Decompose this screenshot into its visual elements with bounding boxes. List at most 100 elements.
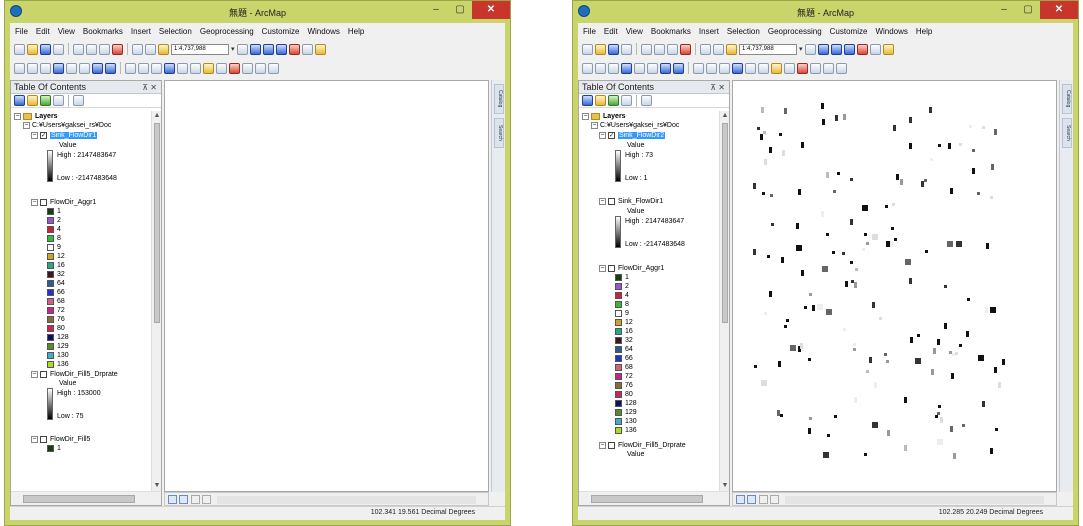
paste-icon[interactable] bbox=[99, 43, 110, 55]
menu-file[interactable]: File bbox=[15, 25, 28, 39]
search-window-icon[interactable] bbox=[275, 43, 287, 55]
copy-icon[interactable] bbox=[654, 43, 665, 55]
create-viewer-icon[interactable] bbox=[268, 62, 279, 74]
layout-view-button[interactable] bbox=[747, 495, 756, 504]
map-scale-input[interactable]: 1:4,737,988 bbox=[171, 43, 229, 55]
map-view[interactable] bbox=[164, 80, 489, 492]
close-button[interactable]: ✕ bbox=[1040, 1, 1078, 19]
menu-bookmarks[interactable]: Bookmarks bbox=[651, 25, 691, 39]
pin-close-icon[interactable]: ⊼ ✕ bbox=[142, 81, 157, 94]
title-bar[interactable]: 無題 - ArcMap – ▢ ✕ bbox=[5, 1, 510, 23]
layer-item[interactable]: – FlowDir_Aggr1 bbox=[599, 264, 664, 273]
scroll-up-icon[interactable]: ▲ bbox=[152, 111, 161, 121]
save-icon[interactable] bbox=[608, 43, 619, 55]
pan-icon[interactable] bbox=[608, 62, 619, 74]
menu-windows[interactable]: Windows bbox=[307, 25, 339, 39]
data-view-button[interactable] bbox=[736, 495, 745, 504]
layer-visibility-checkbox[interactable] bbox=[608, 197, 615, 205]
menu-view[interactable]: View bbox=[58, 25, 75, 39]
time-slider-icon[interactable] bbox=[823, 62, 834, 74]
scroll-thumb[interactable] bbox=[23, 495, 135, 503]
go-to-xy-icon[interactable] bbox=[242, 62, 253, 74]
collapse-icon[interactable]: – bbox=[599, 131, 606, 139]
clear-selection-icon[interactable] bbox=[138, 62, 149, 74]
forward-extent-icon[interactable] bbox=[673, 62, 684, 74]
hyperlink-icon[interactable] bbox=[177, 62, 188, 74]
go-to-xy-icon[interactable] bbox=[810, 62, 821, 74]
modelbuilder-icon[interactable] bbox=[882, 43, 894, 55]
pause-drawing-icon[interactable] bbox=[770, 495, 779, 504]
create-viewer-icon[interactable] bbox=[836, 62, 847, 74]
identify-icon[interactable] bbox=[732, 62, 743, 74]
menu-geoprocessing[interactable]: Geoprocessing bbox=[200, 25, 254, 39]
new-icon[interactable] bbox=[582, 43, 593, 55]
pan-icon[interactable] bbox=[40, 62, 51, 74]
layer-item[interactable]: – ✓ Sink_FlowDir2 bbox=[599, 131, 666, 140]
measure-icon[interactable] bbox=[771, 62, 782, 74]
maximize-button[interactable]: ▢ bbox=[448, 1, 472, 19]
catalog-tab[interactable]: Catalog bbox=[494, 84, 504, 114]
select-features-icon[interactable] bbox=[125, 62, 136, 74]
refresh-icon[interactable] bbox=[759, 495, 768, 504]
select-elements-icon[interactable] bbox=[719, 62, 730, 74]
menu-windows[interactable]: Windows bbox=[875, 25, 907, 39]
minimize-button[interactable]: – bbox=[424, 1, 448, 19]
toc-horizontal-scrollbar[interactable] bbox=[11, 491, 161, 505]
list-by-source-icon[interactable] bbox=[27, 95, 38, 106]
layer-visibility-checkbox[interactable] bbox=[40, 198, 47, 206]
scroll-down-icon[interactable]: ▼ bbox=[152, 481, 161, 491]
clear-selection-icon[interactable] bbox=[706, 62, 717, 74]
layer-visibility-checkbox[interactable] bbox=[608, 441, 615, 449]
menu-insert[interactable]: Insert bbox=[131, 25, 151, 39]
pin-close-icon[interactable]: ⊼ ✕ bbox=[710, 81, 725, 94]
scroll-thumb[interactable] bbox=[591, 495, 703, 503]
chevron-down-icon[interactable]: ▾ bbox=[231, 45, 235, 53]
list-by-drawing-order-icon[interactable] bbox=[14, 95, 25, 106]
menu-help[interactable]: Help bbox=[348, 25, 364, 39]
pause-drawing-icon[interactable] bbox=[202, 495, 211, 504]
print-icon[interactable] bbox=[53, 43, 64, 55]
measure-icon[interactable] bbox=[203, 62, 214, 74]
scroll-up-icon[interactable]: ▲ bbox=[720, 111, 729, 121]
toc-vertical-scrollbar[interactable]: ▲ ▼ bbox=[151, 111, 161, 491]
redo-icon[interactable] bbox=[145, 43, 156, 55]
paste-icon[interactable] bbox=[667, 43, 678, 55]
collapse-icon[interactable]: – bbox=[14, 112, 21, 120]
print-icon[interactable] bbox=[621, 43, 632, 55]
collapse-icon[interactable]: – bbox=[591, 121, 598, 129]
toc-options-icon[interactable] bbox=[73, 95, 84, 106]
toc-horizontal-scrollbar[interactable] bbox=[579, 491, 729, 505]
undo-icon[interactable] bbox=[132, 43, 143, 55]
layer-visibility-checkbox[interactable] bbox=[608, 264, 615, 272]
back-extent-icon[interactable] bbox=[660, 62, 671, 74]
data-view-button[interactable] bbox=[168, 495, 177, 504]
collapse-icon[interactable]: – bbox=[599, 441, 606, 449]
find-route-icon[interactable] bbox=[797, 62, 808, 74]
map-scale-input[interactable]: 1:4,737,988 bbox=[739, 43, 797, 55]
catalog-window-icon[interactable] bbox=[830, 43, 842, 55]
full-extent-icon[interactable] bbox=[53, 62, 64, 74]
collapse-icon[interactable]: – bbox=[31, 131, 38, 139]
new-icon[interactable] bbox=[14, 43, 25, 55]
menu-geoprocessing[interactable]: Geoprocessing bbox=[768, 25, 822, 39]
layer-item[interactable]: – FlowDir_Aggr1 bbox=[31, 198, 96, 207]
arctoolbox-icon[interactable] bbox=[288, 43, 300, 55]
cut-icon[interactable] bbox=[641, 43, 652, 55]
toc-vertical-scrollbar[interactable]: ▲ ▼ bbox=[719, 111, 729, 491]
map-horizontal-scrollbar[interactable] bbox=[785, 496, 1044, 504]
fixed-zoom-out-icon[interactable] bbox=[79, 62, 90, 74]
find-route-icon[interactable] bbox=[229, 62, 240, 74]
collapse-icon[interactable]: – bbox=[31, 198, 38, 206]
time-slider-icon[interactable] bbox=[255, 62, 266, 74]
menu-edit[interactable]: Edit bbox=[36, 25, 50, 39]
catalog-window-icon[interactable] bbox=[262, 43, 274, 55]
editor-icon[interactable] bbox=[804, 43, 816, 55]
select-elements-icon[interactable] bbox=[151, 62, 162, 74]
fixed-zoom-in-icon[interactable] bbox=[634, 62, 645, 74]
list-by-visibility-icon[interactable] bbox=[40, 95, 51, 106]
collapse-icon[interactable]: – bbox=[599, 264, 606, 272]
open-icon[interactable] bbox=[595, 43, 606, 55]
html-popup-icon[interactable] bbox=[190, 62, 201, 74]
modelbuilder-icon[interactable] bbox=[314, 43, 326, 55]
layer-visibility-checkbox[interactable] bbox=[40, 435, 47, 443]
